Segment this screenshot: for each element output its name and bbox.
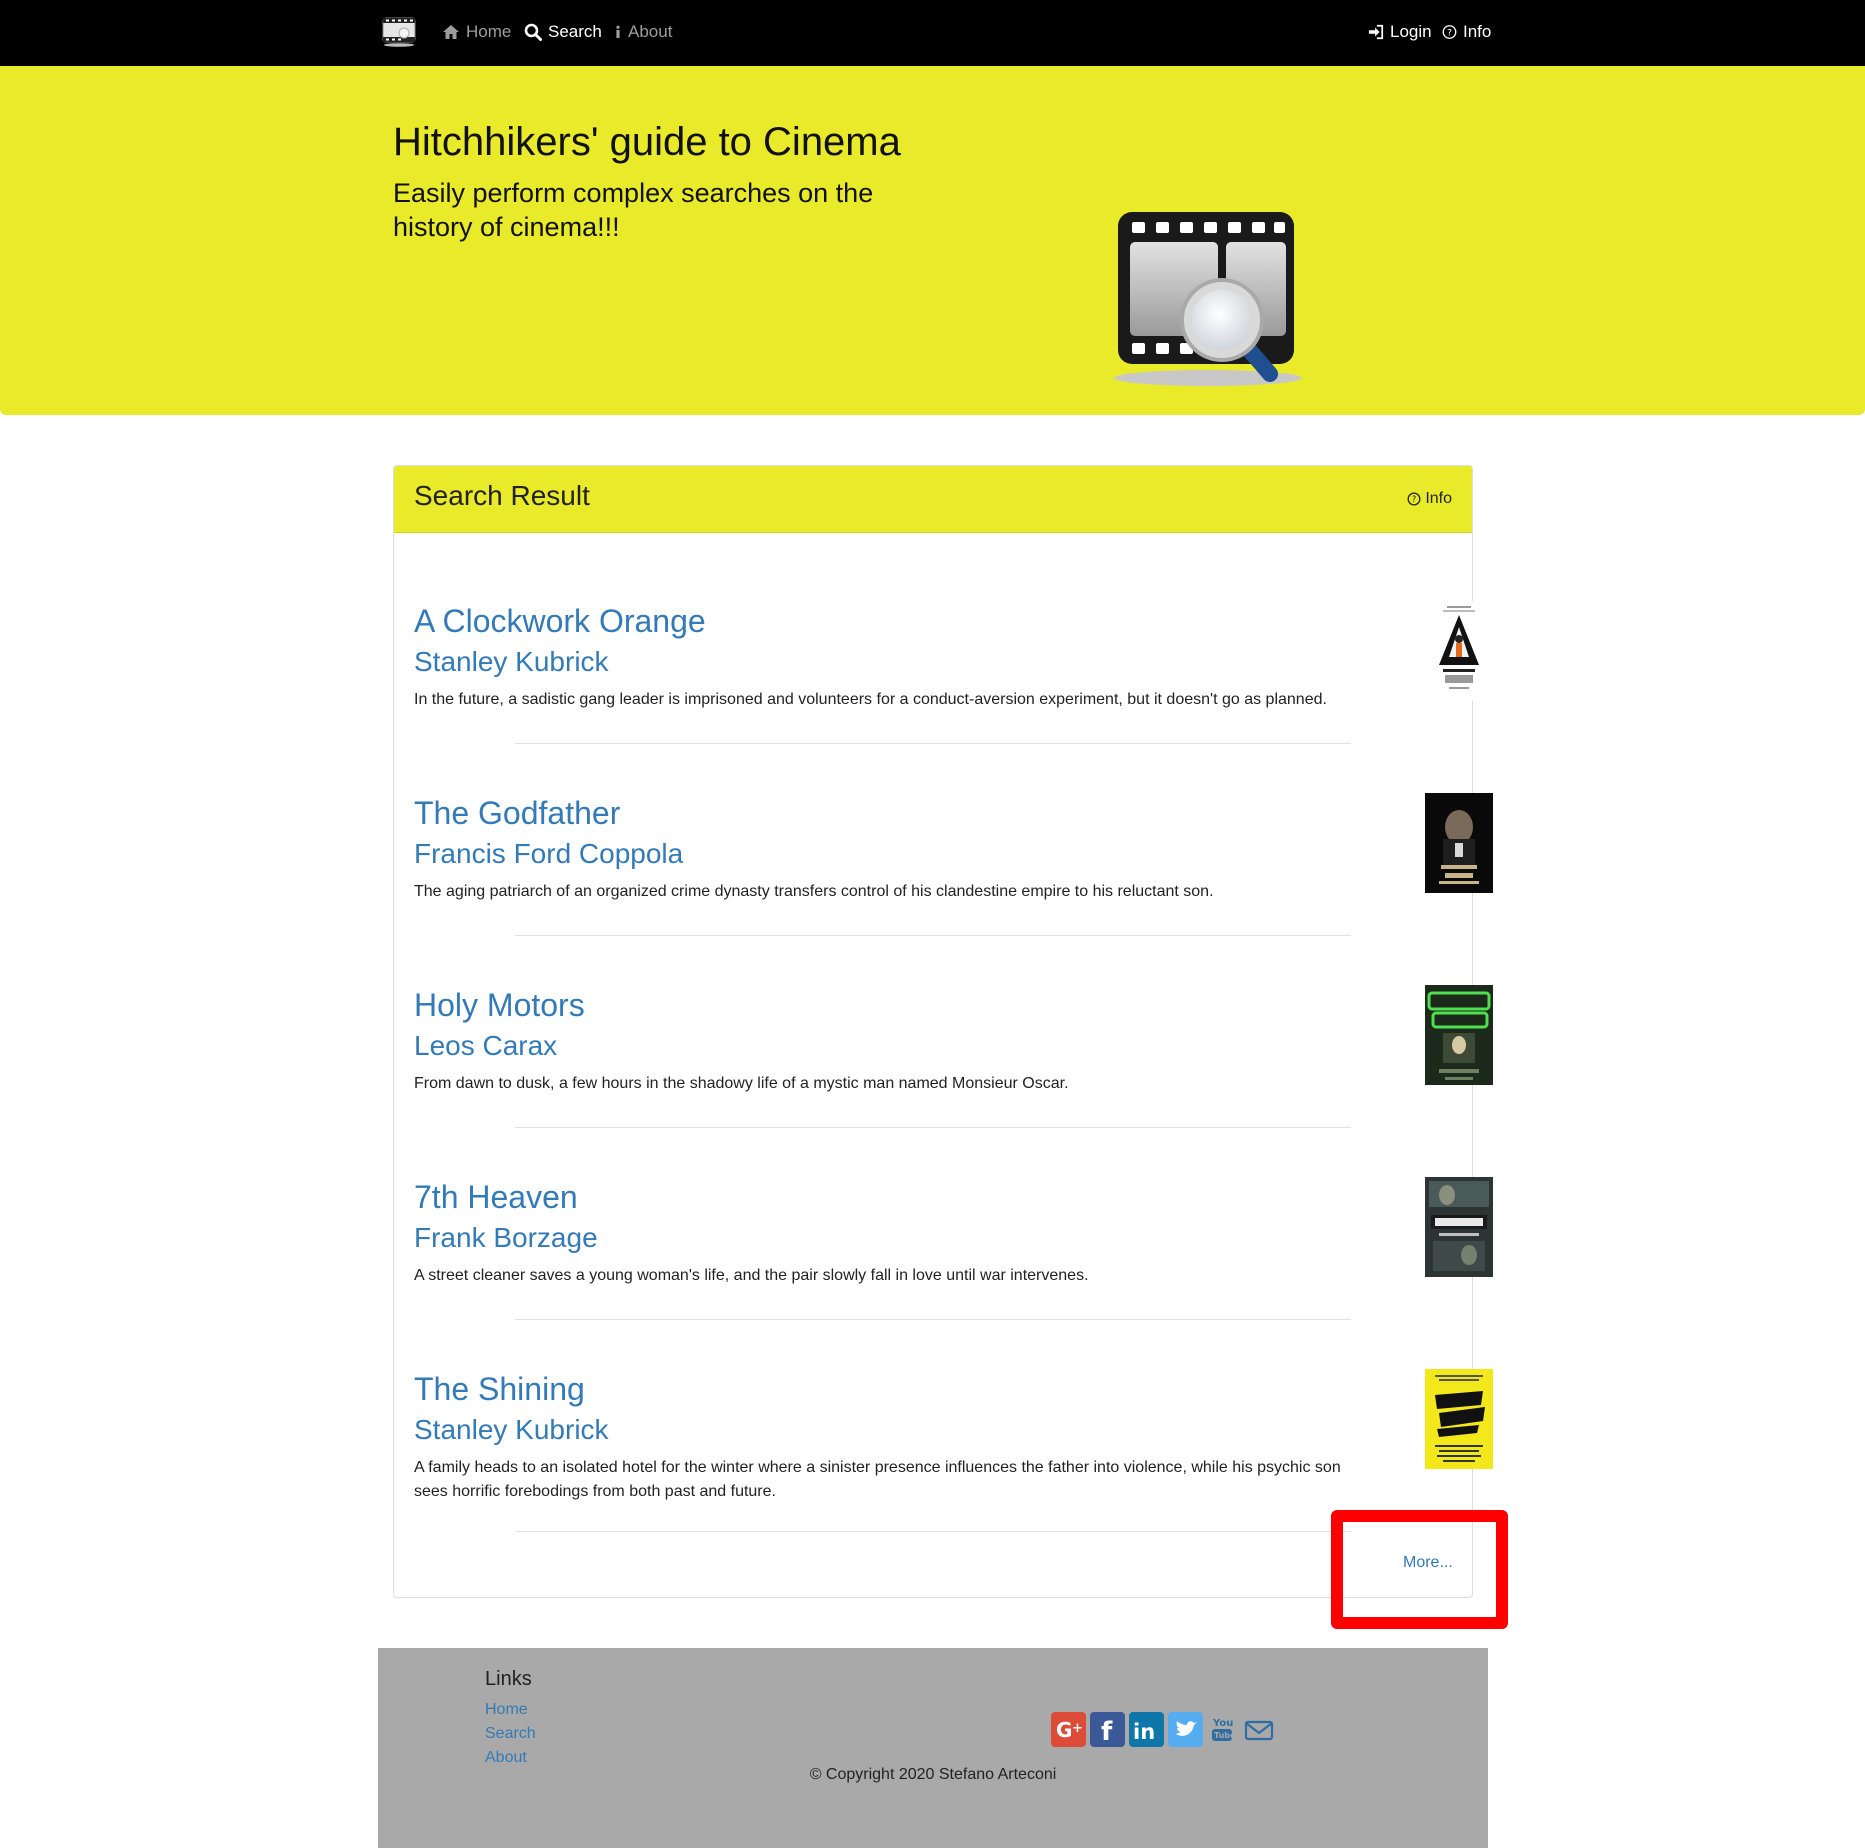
footer-link-home[interactable]: Home [485,1701,528,1719]
brand-logo-icon[interactable] [382,16,416,48]
nav-login-label: Login [1390,22,1432,41]
panel-info-label: Info [1425,490,1452,507]
question-circle-icon: ? [1407,492,1421,506]
result-title-link[interactable]: The Godfather [414,793,1454,833]
mail-icon[interactable] [1241,1712,1277,1747]
panel-info-link[interactable]: ? Info [1407,490,1452,508]
google-plus-icon[interactable]: G + [1051,1712,1086,1747]
result-description: In the future, a sadistic gang leader is… [414,691,1327,708]
footer-link-about[interactable]: About [485,1749,527,1767]
nav-home-label: Home [466,22,512,41]
search-result-panel: Search Result ? Info A Clockwork Orange … [393,465,1493,1598]
footer-link-search[interactable]: Search [485,1725,536,1743]
result-divider [515,935,1351,936]
social-links: G + f in You Tube [1051,1712,1277,1747]
youtube-icon[interactable]: You Tube [1207,1712,1237,1747]
result-item: The Shining Stanley Kubrick A family hea… [414,1369,1493,1504]
result-description: From dawn to dusk, a few hours in the sh… [414,1075,1069,1092]
result-divider [515,1531,1351,1532]
question-circle-icon: ? [1442,25,1457,39]
home-icon [443,25,459,39]
svg-text:?: ? [1412,495,1417,505]
nav-info-label: Info [1463,22,1492,41]
search-icon [524,23,542,41]
nav-home-link[interactable]: Home [442,20,511,44]
linkedin-icon[interactable]: in [1129,1712,1164,1747]
navbar-inner: Home Search About Login ? Info [380,0,1491,66]
footer-links-heading: Links [485,1668,532,1690]
result-title-link[interactable]: A Clockwork Orange [414,601,1454,641]
result-director-link[interactable]: Stanley Kubrick [414,1412,1454,1448]
facebook-icon[interactable]: f [1090,1712,1125,1747]
svg-text:You: You [1212,1718,1233,1729]
twitter-icon[interactable] [1168,1712,1203,1747]
result-divider [515,743,1351,744]
svg-text:f: f [1101,1717,1113,1747]
result-item: A Clockwork Orange Stanley Kubrick In th… [414,601,1493,712]
navbar: Home Search About Login ? Info [0,0,1865,66]
result-description: A street cleaner saves a young woman's l… [414,1267,1089,1284]
result-title-link[interactable]: The Shining [414,1369,1454,1409]
svg-text:?: ? [1447,27,1452,38]
poster-holy-motors-image[interactable] [1425,985,1493,1085]
more-results-link[interactable]: More... [1403,1554,1453,1572]
svg-text:+: + [1072,1721,1083,1736]
result-description: A family heads to an isolated hotel for … [414,1459,1341,1500]
result-item: The Godfather Francis Ford Coppola The a… [414,793,1493,904]
svg-text:in: in [1133,1720,1155,1744]
panel-header: Search Result ? Info [394,466,1472,533]
footer: Links Home Search About G + f in You Tube … [378,1648,1488,1848]
result-director-link[interactable]: Frank Borzage [414,1220,1454,1256]
login-icon [1368,24,1384,40]
copyright-text: © Copyright 2020 Stefano Arteconi [809,1766,1057,1783]
film-search-logo-icon [1114,212,1302,386]
nav-about-link[interactable]: About [614,20,672,44]
result-item: Holy Motors Leos Carax From dawn to dusk… [414,985,1493,1096]
result-divider [515,1127,1351,1128]
panel-title: Search Result [414,480,590,511]
site-subtitle: Easily perform complex searches on the h… [393,178,874,242]
result-director-link[interactable]: Stanley Kubrick [414,644,1454,680]
result-title-link[interactable]: 7th Heaven [414,1177,1454,1217]
nav-info-link[interactable]: ? Info [1442,20,1491,44]
nav-about-label: About [628,22,673,41]
poster-the-shining-image[interactable] [1425,1369,1493,1469]
site-title: Hitchhikers' guide to Cinema [393,120,901,164]
result-item: 7th Heaven Frank Borzage A street cleane… [414,1177,1493,1288]
svg-text:G: G [1056,1718,1072,1742]
result-director-link[interactable]: Francis Ford Coppola [414,836,1454,872]
nav-search-link[interactable]: Search [524,20,602,44]
nav-login-link[interactable]: Login [1368,20,1432,44]
hero-banner: Hitchhikers' guide to Cinema Easily perf… [0,66,1865,415]
nav-search-label: Search [548,22,602,41]
poster-clockwork-orange-image[interactable] [1425,601,1493,701]
svg-text:Tube: Tube [1214,1731,1236,1740]
info-i-icon [616,25,620,38]
poster-7th-heaven-image[interactable] [1425,1177,1493,1277]
result-description: The aging patriarch of an organized crim… [414,883,1214,900]
result-director-link[interactable]: Leos Carax [414,1028,1454,1064]
result-title-link[interactable]: Holy Motors [414,985,1454,1025]
result-divider [515,1319,1351,1320]
poster-godfather-image[interactable] [1425,793,1493,893]
